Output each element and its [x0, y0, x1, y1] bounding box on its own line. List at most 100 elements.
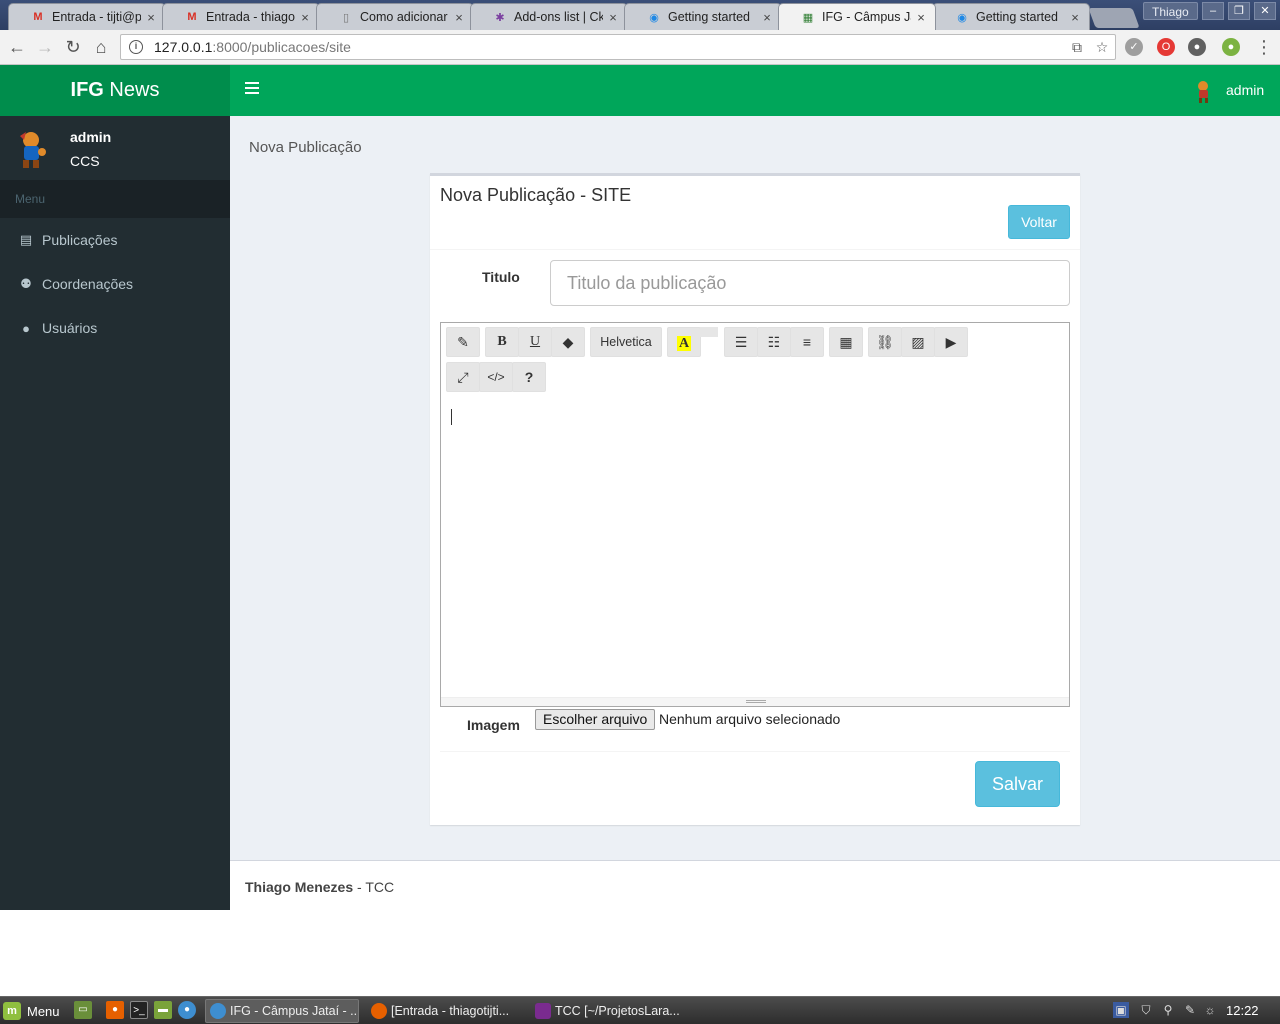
align-icon[interactable]: ≡ [790, 327, 824, 357]
close-icon[interactable]: × [299, 10, 311, 25]
picture-icon[interactable]: ▨ [901, 327, 935, 357]
back-icon[interactable]: ← [5, 36, 29, 58]
color-icon[interactable]: A [667, 327, 701, 357]
avatar [1198, 81, 1208, 103]
editor-resize-handle[interactable] [441, 697, 1069, 706]
save-button[interactable]: Salvar [975, 761, 1060, 807]
taskbar-item[interactable]: IFG - Câmpus Jataí - ... [205, 999, 359, 1023]
home-icon[interactable]: ⌂ [89, 36, 113, 58]
start-menu-button[interactable]: m Menu [3, 1000, 60, 1022]
browser-tab[interactable]: ◉ Getting started × [624, 3, 782, 30]
newspaper-icon: ▤ [19, 232, 33, 247]
close-window-icon[interactable]: ✕ [1254, 2, 1276, 20]
hamburger-menu-icon[interactable] [245, 82, 259, 96]
opera-icon[interactable]: O [1157, 38, 1175, 56]
address-bar[interactable]: i 127.0.0.1 :8000/publicacoes/site ⧉ ☆ [120, 34, 1116, 60]
chrome-icon [210, 1003, 226, 1019]
folder-icon[interactable]: ▬ [154, 1001, 172, 1019]
browser-tab[interactable]: ▯ Como adicionar × [316, 3, 474, 30]
pocket-icon[interactable]: ✓ [1125, 38, 1143, 56]
terminal-icon[interactable]: >_ [130, 1001, 148, 1019]
file-status: Nenhum arquivo selecionado [659, 711, 841, 727]
close-icon[interactable]: × [145, 10, 157, 25]
tab-label: Entrada - tijti@p [52, 10, 141, 24]
desktop-icon[interactable]: ▭ [74, 1001, 92, 1019]
color-dropdown[interactable] [700, 327, 718, 337]
taskbar: m Menu ▭ ● >_ ▬ ● IFG - Câmpus Jataí - .… [0, 996, 1280, 1024]
sidebar-item-usuarios[interactable]: ● Usuários [0, 306, 230, 350]
publication-form-box: Nova Publicação - SITE Voltar Titulo Tit… [430, 173, 1080, 825]
text-caret [451, 409, 452, 425]
close-icon[interactable]: × [915, 10, 927, 25]
titulo-input[interactable]: Titulo da publicação [550, 260, 1070, 306]
font-name-dropdown[interactable]: Helvetica [590, 327, 662, 357]
brightness-icon[interactable]: ☼ [1202, 1002, 1218, 1018]
browser-tab[interactable]: ✱ Add-ons list | Ck × [470, 3, 628, 30]
sidebar-item-coordenacoes[interactable]: ⚉ Coordenações [0, 262, 230, 306]
profile-button[interactable]: Thiago [1143, 2, 1198, 20]
sidebar-item-publicacoes[interactable]: ▤ Publicações [0, 218, 230, 262]
close-icon[interactable]: × [607, 10, 619, 25]
clock[interactable]: 12:22 [1226, 1003, 1259, 1018]
star-icon[interactable]: ☆ [1093, 39, 1111, 55]
bulb-icon[interactable]: ● [1188, 38, 1206, 56]
underline-icon[interactable]: U [518, 327, 552, 357]
bold-icon[interactable]: B [485, 327, 519, 357]
link-icon[interactable]: ⛓ [868, 327, 902, 357]
browser-tab[interactable]: M Entrada - tijti@p × [8, 3, 166, 30]
header-user-name[interactable]: admin [1226, 82, 1264, 98]
titulo-label: Titulo [482, 269, 520, 285]
minimize-icon[interactable]: – [1202, 2, 1224, 20]
pen-icon[interactable]: ✎ [1182, 1002, 1198, 1018]
help-icon[interactable]: ? [512, 362, 546, 392]
browser-tab[interactable]: M Entrada - thiagoti × [162, 3, 320, 30]
chrome-menu-icon[interactable]: ⋮ [1252, 36, 1276, 58]
browser-toolbar: ← → ↻ ⌂ i 127.0.0.1 :8000/publicacoes/si… [0, 30, 1280, 65]
extension-badge-icon[interactable]: ● [1222, 38, 1240, 56]
sidebar-item-label: Usuários [42, 320, 98, 336]
choose-file-button[interactable]: Escolher arquivo [535, 709, 656, 730]
eraser-icon[interactable]: ◆ [551, 327, 585, 357]
shield-icon[interactable]: ⛉ [1138, 1002, 1154, 1018]
network-icon[interactable]: ⚲ [1160, 1002, 1176, 1018]
summernote-icon: ◉ [957, 11, 967, 24]
new-tab-button[interactable] [1088, 8, 1140, 28]
breadcrumb: Nova Publicação [249, 139, 362, 156]
info-icon[interactable]: i [129, 40, 143, 54]
close-icon[interactable]: × [453, 10, 465, 25]
taskbar-item[interactable]: TCC [~/ProjetosLara... [531, 999, 685, 1023]
imagem-label: Imagem [467, 717, 520, 733]
brand-logo[interactable]: IFG News [0, 65, 230, 116]
page-icon: ▯ [342, 11, 350, 24]
close-icon[interactable]: × [761, 10, 773, 25]
page-title: Nova Publicação - SITE [440, 185, 632, 205]
taskbar-item-label: IFG - Câmpus Jataí - ... [230, 1004, 359, 1018]
summernote-icon: ◉ [649, 11, 659, 24]
back-button[interactable]: Voltar [1008, 205, 1070, 239]
firefox-icon[interactable]: ● [106, 1001, 124, 1019]
ul-icon[interactable]: ☰ [724, 327, 758, 357]
phpstorm-icon [535, 1003, 551, 1019]
codeview-icon[interactable]: </> [479, 362, 513, 392]
fullscreen-icon[interactable]: ⤢ [446, 362, 480, 392]
users-icon: ⚉ [20, 276, 32, 291]
address-path: :8000/publicacoes/site [212, 39, 351, 55]
maximize-icon[interactable]: ❐ [1228, 2, 1250, 20]
video-icon[interactable]: ▶ [934, 327, 968, 357]
magic-icon[interactable]: ✎ [446, 327, 480, 357]
browser-tab-active[interactable]: ▦ IFG - Câmpus Jat × [778, 3, 936, 30]
table-icon[interactable]: ▦ [829, 327, 863, 357]
firefox-icon [371, 1003, 387, 1019]
chrome-icon[interactable]: ● [178, 1001, 196, 1019]
user-icon: ● [22, 320, 30, 336]
ol-icon[interactable]: ☷ [757, 327, 791, 357]
display-icon[interactable]: ▣ [1113, 1002, 1129, 1018]
browser-tab[interactable]: ◉ Getting started × [932, 3, 1090, 30]
tab-label: Entrada - thiagoti [206, 10, 295, 24]
reload-icon[interactable]: ↻ [61, 36, 85, 58]
taskbar-item[interactable]: [Entrada - thiagotijti... [367, 999, 521, 1023]
translate-icon[interactable]: ⧉ [1068, 39, 1086, 55]
close-icon[interactable]: × [1069, 10, 1081, 25]
forward-icon[interactable]: → [33, 36, 57, 58]
user-panel: admin CCS [0, 116, 230, 180]
